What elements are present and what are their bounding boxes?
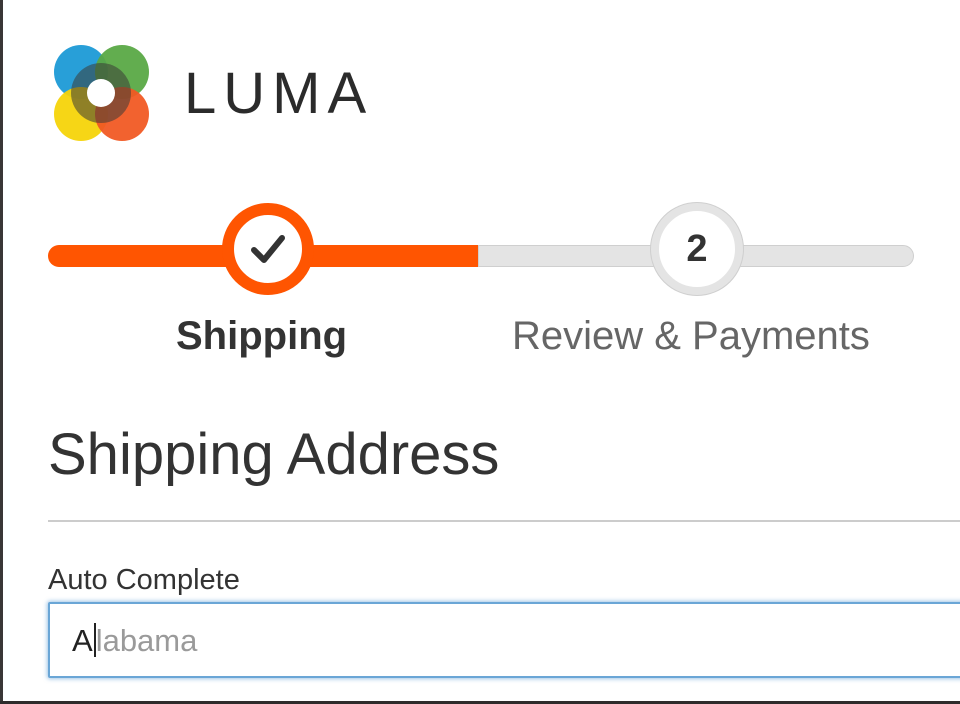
input-value: Alabama xyxy=(72,622,197,660)
auto-complete-label: Auto Complete xyxy=(48,564,240,596)
section-title: Shipping Address xyxy=(48,422,500,487)
section-divider xyxy=(48,520,960,522)
auto-complete-input[interactable]: Alabama xyxy=(48,602,960,678)
checkmark-icon xyxy=(251,235,285,263)
luma-logo-icon[interactable] xyxy=(50,42,152,144)
typed-text: A xyxy=(72,623,93,658)
step-review-indicator[interactable]: 2 xyxy=(651,203,743,295)
autocomplete-suggestion: labama xyxy=(95,623,198,658)
window-edge-left xyxy=(0,0,3,704)
brand-name: LUMA xyxy=(184,61,374,126)
step-label-review-payments[interactable]: Review & Payments xyxy=(512,312,870,360)
checkout-page: LUMA 2 Shipping Review & Payments Shippi… xyxy=(0,0,960,704)
step-label-shipping[interactable]: Shipping xyxy=(176,312,347,360)
step-shipping-indicator[interactable] xyxy=(222,203,314,295)
step-number: 2 xyxy=(686,227,708,270)
